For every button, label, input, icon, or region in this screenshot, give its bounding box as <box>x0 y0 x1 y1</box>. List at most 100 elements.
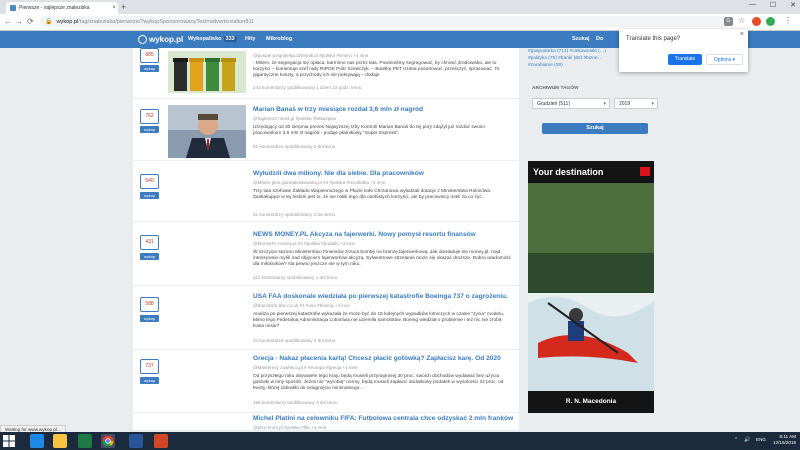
lock-icon: 🔒 <box>45 19 53 25</box>
translate-icon[interactable]: G <box>724 17 733 26</box>
chevron-down-icon: ▾ <box>651 101 654 107</box>
browser-menu-icon[interactable]: ⋮ <box>784 16 792 25</box>
ad-footer: R. N. Macedonia <box>528 391 654 413</box>
clock-date: 12/16/2019 <box>773 440 796 445</box>
list-item: 762 wykop Marian Banaś w trzy miesiące r… <box>133 101 519 161</box>
item-footer[interactable]: 243 komentarzy opublikowany 1 dzień 23 g… <box>253 85 361 90</box>
back-button[interactable]: ← <box>4 16 12 27</box>
maximize-button[interactable]: ☐ <box>770 1 776 9</box>
bookmark-star-icon[interactable]: ☆ <box>738 16 745 25</box>
internet-explorer-icon[interactable] <box>30 434 44 448</box>
profile-avatar[interactable] <box>766 17 775 26</box>
tab-title: Pierwsze - najlepsze znaleziska <box>19 5 90 11</box>
window-close-button[interactable]: ✕ <box>790 1 796 9</box>
url-path: /tag/znaleziska/pierwsze/?wykopSponsorow… <box>78 18 255 25</box>
item-title[interactable]: NEWS MONEY.PL Akcyza na fajerwerki. Nowy… <box>253 231 476 238</box>
item-meta: @pospie pospolerka.dziennik.pl #polska #… <box>253 53 369 58</box>
wykop-button[interactable]: wykop <box>140 315 159 322</box>
vote-count[interactable]: 588 <box>140 297 159 312</box>
options-label: Options <box>713 57 732 63</box>
chevron-down-icon: ▾ <box>603 101 606 107</box>
item-title[interactable]: Marian Banaś w trzy miesiące rozdał 3,6 … <box>253 106 423 113</box>
vote-count[interactable]: 540 <box>140 174 159 189</box>
excel-icon[interactable] <box>78 434 92 448</box>
url-host: wykop.pl <box>56 18 79 25</box>
vote-count[interactable]: 762 <box>140 109 159 124</box>
vote-count[interactable]: 737 <box>140 359 159 374</box>
list-item: 885 wykop @pospie pospolerka.dziennik.pl… <box>133 48 519 99</box>
window-controls: — ☐ ✕ <box>749 1 796 9</box>
item-meta: @brunobrm bbc.co.uk #4 #usa #boeing +4 i… <box>253 303 350 308</box>
windows-start-icon[interactable] <box>3 435 15 447</box>
advertisement-banner[interactable]: Your destination R. N. Macedonia <box>528 161 654 413</box>
nav-wykopalisko[interactable]: Wykopalisko 333 <box>188 36 237 42</box>
wykop-button[interactable]: wykop <box>140 65 159 72</box>
item-footer[interactable]: 62 komentarze opublikowany 2 dni temu <box>253 144 335 149</box>
chevron-down-icon: ▾ <box>732 57 736 63</box>
archive-search-button[interactable]: Szukaj <box>542 123 648 134</box>
list-item: 540 wykop Wyłudzili dwa miliony. Nie dla… <box>133 164 519 222</box>
item-footer[interactable]: 61 komentarzy opublikowany 3 dni temu <box>253 212 335 217</box>
item-footer[interactable]: 34 komentarze opublikowany 3 dni temu <box>253 338 335 343</box>
vote-count[interactable]: 431 <box>140 235 159 250</box>
extension-icon[interactable] <box>752 17 761 26</box>
item-title[interactable]: Grecja - Nakaz płacenia kartą! Chcesz pł… <box>253 355 501 362</box>
speaker-icon[interactable]: 🔊 <box>744 437 750 443</box>
kayak-photo-image <box>528 183 654 391</box>
year-select-value: 2019 <box>619 101 631 107</box>
nav-hity[interactable]: Hity <box>245 36 255 42</box>
flag-icon <box>640 167 650 176</box>
forward-button[interactable]: → <box>15 16 23 27</box>
month-select-value: Grudzień (511) <box>537 101 570 107</box>
new-tab-button[interactable]: + <box>121 2 126 12</box>
wykop-button[interactable]: wykop <box>140 192 159 199</box>
chrome-icon[interactable] <box>101 434 115 448</box>
list-item: Michel Platini na celowniku FIFA: Futbol… <box>133 414 519 430</box>
url-bar[interactable]: 🔒 wykop.pl /tag/znaleziska/pierwsze/?wyk… <box>40 16 730 27</box>
tray-up-arrow-icon[interactable]: ⌃ <box>734 437 738 443</box>
vote-count[interactable]: 885 <box>140 48 159 63</box>
waste-bins-image <box>168 51 246 93</box>
ad-headline: Your destination <box>533 167 604 177</box>
item-footer[interactable]: 166 komentarzy opublikowany 3 dni temu <box>253 400 338 405</box>
powerpoint-icon[interactable] <box>154 434 168 448</box>
chrome-logo-icon <box>102 435 114 447</box>
word-icon[interactable] <box>129 434 143 448</box>
item-footer[interactable]: 112 komentarzy opublikowany 1 dni temu <box>253 275 337 280</box>
nav-label: Wykopalisko <box>188 36 222 42</box>
options-button[interactable]: Options ▾ <box>706 54 743 65</box>
tab-close-icon[interactable]: × <box>110 5 118 11</box>
item-meta: @Mitner plus.gazetakrakowska.pl #4 #pols… <box>253 180 386 185</box>
sidebar: #gospodarka (714) #ciekawostki (…) #poli… <box>528 48 660 430</box>
item-meta: @fugler613 nm24.pl #polska #bekazpisu <box>253 116 337 121</box>
windows-taskbar: ⌃ 🔊 ENG 8:11 AM 12/16/2019 <box>0 432 800 450</box>
item-meta: @MoneyPL money.pl #4 #polska #podatki +3… <box>253 241 356 246</box>
logo-ring-icon <box>138 35 147 44</box>
translate-question: Translate this page? <box>626 36 681 42</box>
minimize-button[interactable]: — <box>749 1 756 9</box>
reload-button[interactable]: ⟳ <box>27 16 34 27</box>
thumbnail-image[interactable] <box>168 51 246 93</box>
browser-tab[interactable]: Pierwsze - najlepsze znaleziska × <box>6 2 118 14</box>
year-select[interactable]: 2019 ▾ <box>614 98 658 109</box>
item-title[interactable]: Wyłudzili dwa miliony. Nie dla siebie. D… <box>253 170 424 177</box>
link-list: 885 wykop @pospie pospolerka.dziennik.pl… <box>133 48 519 430</box>
clock[interactable]: 8:11 AM 12/16/2019 <box>773 434 796 446</box>
item-title[interactable]: USA FAA doskonale wiedziała po pierwszej… <box>253 293 508 300</box>
close-icon[interactable]: × <box>740 31 744 38</box>
file-explorer-icon[interactable] <box>53 434 67 448</box>
language-indicator[interactable]: ENG <box>756 437 766 442</box>
site-logo[interactable]: wykop.pl <box>138 34 183 45</box>
translate-button[interactable]: Translate <box>668 54 702 65</box>
header-search-link[interactable]: Szukaj <box>572 36 589 42</box>
wykop-favicon-icon <box>10 5 16 11</box>
month-select[interactable]: Grudzień (511) ▾ <box>532 98 610 109</box>
item-title[interactable]: Michel Platini na celowniku FIFA: Futbol… <box>253 415 513 422</box>
wykop-button[interactable]: wykop <box>140 253 159 260</box>
item-description: Trzy lata szefowie Zakładu Wapienniczego… <box>253 189 492 200</box>
wykop-button[interactable]: wykop <box>140 377 159 384</box>
wykop-button[interactable]: wykop <box>140 126 159 133</box>
nav-mikroblog[interactable]: Mikroblog <box>266 36 292 42</box>
header-login-link[interactable]: Do <box>596 36 603 42</box>
thumbnail-image[interactable] <box>168 105 246 158</box>
